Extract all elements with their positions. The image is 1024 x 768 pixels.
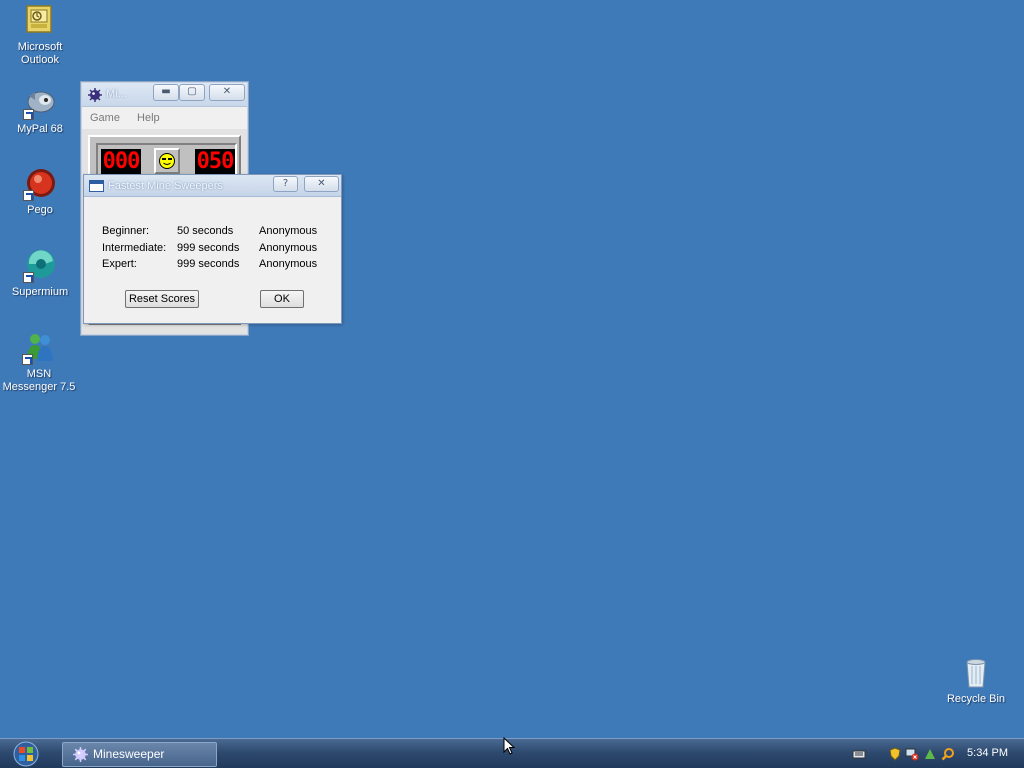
close-button[interactable]: ✕ — [209, 84, 245, 101]
ok-button[interactable]: OK — [260, 290, 304, 308]
shortcut-arrow-icon — [23, 272, 34, 283]
system-tray: 5:34 PM — [845, 743, 1024, 765]
dialog-titlebar[interactable]: Fastest Mine Sweepers ? ✕ — [84, 175, 341, 197]
mouse-cursor-icon — [503, 736, 516, 755]
supermium-icon — [23, 249, 57, 283]
minesweeper-title: Mi... — [106, 88, 127, 100]
keyboard-icon[interactable] — [852, 746, 866, 760]
taskbar-minesweeper-button[interactable]: Minesweeper — [62, 742, 217, 767]
desktop-icon-label: Pego — [27, 204, 53, 216]
mypal-icon — [23, 86, 57, 120]
best-time: 999 seconds — [177, 258, 240, 270]
new-game-smiley-button[interactable] — [154, 148, 180, 174]
close-button[interactable]: ✕ — [304, 176, 339, 192]
desktop-icon-supermium[interactable]: Supermium — [1, 249, 79, 299]
desktop-icon-label: Recycle Bin — [946, 693, 1006, 705]
desktop-icon-label: MSN — [26, 368, 52, 380]
level-label: Beginner: — [102, 225, 150, 237]
desktop-icon-label: Supermium — [11, 286, 69, 298]
status-panel: 000 050 — [96, 143, 237, 177]
desktop-icon-outlook[interactable]: Microsoft Outlook — [1, 4, 79, 67]
player-name: Anonymous — [259, 258, 318, 270]
desktop-icon-msn-messenger[interactable]: MSN Messenger 7.5 — [0, 331, 78, 394]
shortcut-arrow-icon — [23, 190, 34, 201]
player-name: Anonymous — [259, 242, 318, 254]
fastest-mine-sweepers-dialog: Fastest Mine Sweepers ? ✕ Beginner: 50 s… — [83, 174, 342, 324]
shortcut-arrow-icon — [23, 109, 34, 120]
help-button[interactable]: ? — [273, 176, 298, 192]
security-shield-icon[interactable] — [888, 746, 902, 761]
smiley-cool-icon — [159, 153, 175, 169]
msn-messenger-icon — [22, 331, 56, 365]
level-label: Expert: — [102, 258, 137, 270]
desktop-icon-mypal[interactable]: MyPal 68 — [1, 86, 79, 136]
shortcut-arrow-icon — [22, 354, 33, 365]
pego-icon — [23, 167, 57, 201]
minimize-button[interactable]: ▬ — [153, 84, 179, 101]
outlook-icon — [23, 4, 57, 38]
task-label: Minesweeper — [93, 747, 165, 761]
timer-display: 050 — [195, 149, 235, 174]
desktop-icon-recycle-bin[interactable]: Recycle Bin — [937, 656, 1015, 706]
level-label: Intermediate: — [102, 242, 167, 254]
desktop-icon-label: MyPal 68 — [17, 123, 63, 135]
maximize-button[interactable]: ▢ — [179, 84, 205, 101]
desktop-icon-label: Microsoft — [17, 41, 63, 53]
desktop-icon-label: Outlook — [21, 54, 59, 66]
menu-game[interactable]: Game — [90, 112, 120, 124]
desktop-icon-pego[interactable]: Pego — [1, 167, 79, 217]
clock[interactable]: 5:34 PM — [967, 747, 1008, 759]
start-button[interactable] — [6, 740, 46, 768]
minesweeper-menubar: Game Help — [82, 107, 247, 129]
window-icon — [89, 180, 104, 192]
best-time: 999 seconds — [177, 242, 240, 254]
desktop-icon-label: Messenger 7.5 — [2, 381, 76, 393]
search-icon[interactable] — [941, 746, 955, 761]
mines-counter: 000 — [101, 149, 141, 174]
recycle-bin-icon — [959, 656, 993, 690]
update-icon[interactable] — [923, 746, 937, 760]
mine-icon — [87, 87, 103, 103]
player-name: Anonymous — [259, 225, 318, 237]
menu-help[interactable]: Help — [137, 112, 160, 124]
dialog-title: Fastest Mine Sweepers — [108, 180, 223, 192]
reset-scores-button[interactable]: Reset Scores — [125, 290, 199, 308]
mine-icon — [72, 746, 89, 763]
minesweeper-titlebar[interactable]: Mi... ▬ ▢ ✕ — [82, 83, 247, 107]
best-time: 50 seconds — [177, 225, 234, 237]
network-error-icon[interactable] — [905, 746, 919, 761]
